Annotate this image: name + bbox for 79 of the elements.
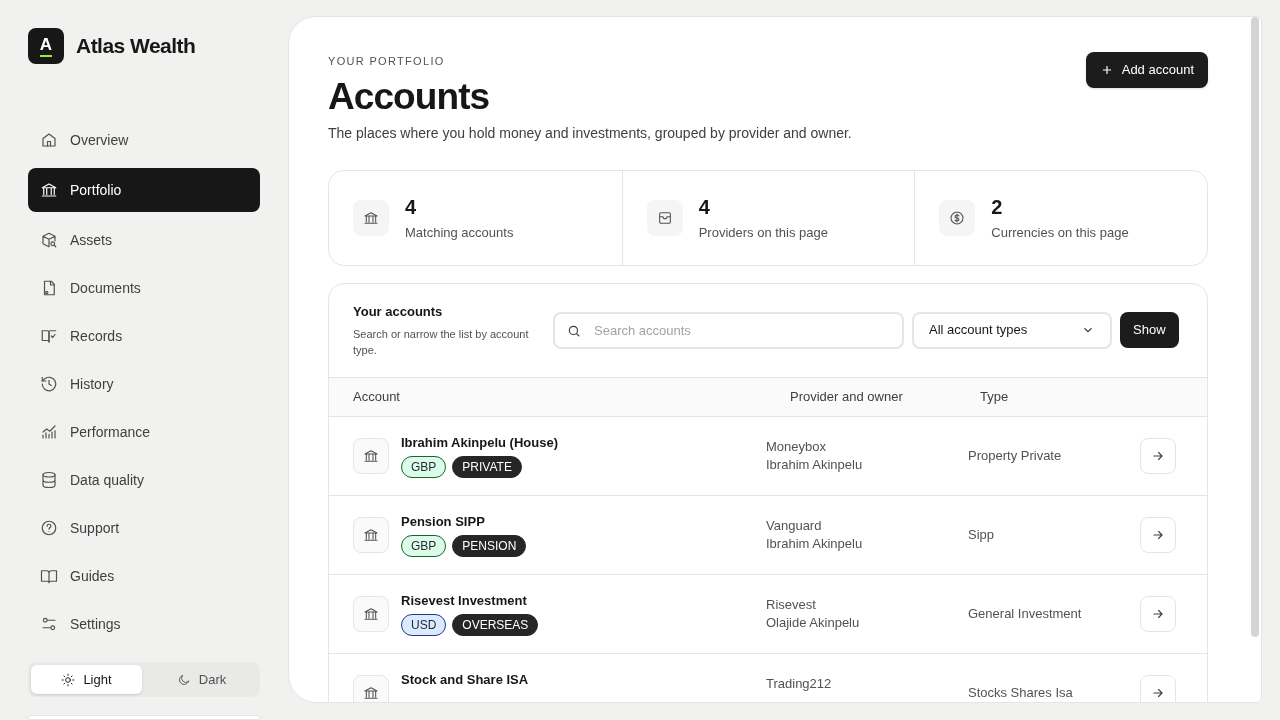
owner-name: Ibrahim Akinpelu — [766, 455, 864, 474]
stat-label: Providers on this page — [698, 223, 828, 242]
search-field[interactable]: Search accounts — [553, 311, 904, 349]
nav-item[interactable]: History — [28, 364, 260, 404]
book-icon — [40, 567, 58, 585]
bank-icon — [363, 209, 379, 226]
search-icon — [567, 323, 581, 338]
logo: A — [28, 28, 64, 64]
account-type: Property Private — [968, 447, 1062, 463]
account-type: General Investment — [968, 605, 1082, 621]
database-icon — [40, 471, 58, 489]
account-name: Pension SIPP — [401, 512, 486, 531]
account-type: Stocks Shares Isa — [968, 684, 1073, 700]
stat-value: 2 — [991, 196, 1004, 217]
tag: USD — [401, 614, 447, 637]
column-header: Type — [980, 388, 1009, 404]
nav-item[interactable]: Documents — [28, 268, 260, 308]
nav-item[interactable]: Performance — [28, 412, 260, 452]
show-button[interactable]: Show — [1120, 312, 1179, 348]
owner-name: Ibrahim Akinpelu — [766, 534, 864, 553]
tag: PENSION — [452, 535, 527, 558]
nav-item[interactable]: Data quality — [28, 460, 260, 500]
sun-icon — [61, 672, 76, 687]
scrollbar[interactable] — [1251, 17, 1259, 637]
theme-option[interactable]: Light — [31, 665, 142, 694]
stat-value: 4 — [405, 196, 418, 217]
book-check-icon — [40, 327, 58, 345]
bank-icon — [363, 526, 379, 543]
inbox-icon — [656, 209, 673, 226]
account-name: Ibrahim Akinpelu (House) — [401, 433, 558, 452]
provider-name: Vanguard — [766, 516, 823, 535]
page-title: Accounts — [328, 77, 491, 115]
account-name: Risevest Investment — [401, 591, 528, 610]
bank-icon — [40, 181, 58, 199]
stat-label: Matching accounts — [405, 223, 514, 242]
dollar-icon — [949, 209, 966, 226]
nav-item[interactable]: Guides — [28, 556, 260, 596]
provider-name: Risevest — [766, 595, 817, 614]
sliders-icon — [40, 615, 58, 633]
moon-icon — [176, 672, 191, 687]
tag: PRIVATE — [452, 456, 522, 479]
owner-name: Olajide Akinpelu — [766, 613, 861, 632]
bank-icon — [363, 447, 379, 464]
column-header: Account — [353, 388, 400, 404]
tag: OVERSEAS — [452, 614, 539, 637]
open-account-button[interactable] — [1140, 437, 1176, 474]
home-icon — [40, 131, 58, 149]
open-account-button[interactable] — [1140, 516, 1176, 553]
nav-item[interactable]: Assets — [28, 220, 260, 260]
nav-item[interactable]: Settings — [28, 604, 260, 644]
column-header: Provider and owner — [790, 388, 903, 404]
add-account-button[interactable]: Add account — [1085, 52, 1208, 88]
provider-name: Moneybox — [766, 437, 827, 456]
open-account-button[interactable] — [1140, 674, 1176, 702]
help-icon — [40, 519, 58, 537]
provider-name: Trading212 — [766, 674, 833, 693]
page-subtitle: The places where you hold money and investments, grouped by provider and owner. — [328, 123, 852, 143]
nav-item[interactable]: Records — [28, 316, 260, 356]
stat-value: 4 — [698, 196, 711, 217]
history-icon — [40, 375, 58, 393]
stat-label: Currencies on this page — [991, 223, 1129, 242]
section-title: Your accounts — [353, 303, 444, 322]
tag: GBP — [401, 535, 447, 558]
eyebrow-label: YOUR PORTFOLIO — [328, 54, 446, 69]
nav-item[interactable]: Support — [28, 508, 260, 548]
type-dropdown[interactable]: All account types — [912, 311, 1112, 349]
box-icon — [40, 231, 58, 249]
bank-icon — [363, 605, 379, 622]
tag: GBP — [401, 456, 447, 479]
bank-icon — [363, 684, 379, 701]
theme-option[interactable]: Dark — [146, 665, 257, 694]
open-account-button[interactable] — [1140, 595, 1176, 632]
nav-item[interactable]: Portfolio — [28, 168, 260, 212]
account-type: Sipp — [968, 526, 995, 542]
chart-icon — [40, 423, 58, 441]
account-name: Stock and Share ISA — [401, 670, 529, 689]
brand-name: Atlas Wealth — [76, 33, 196, 60]
nav-item[interactable]: Overview — [28, 120, 260, 160]
section-description: Search or narrow the list by account type. — [353, 326, 530, 358]
